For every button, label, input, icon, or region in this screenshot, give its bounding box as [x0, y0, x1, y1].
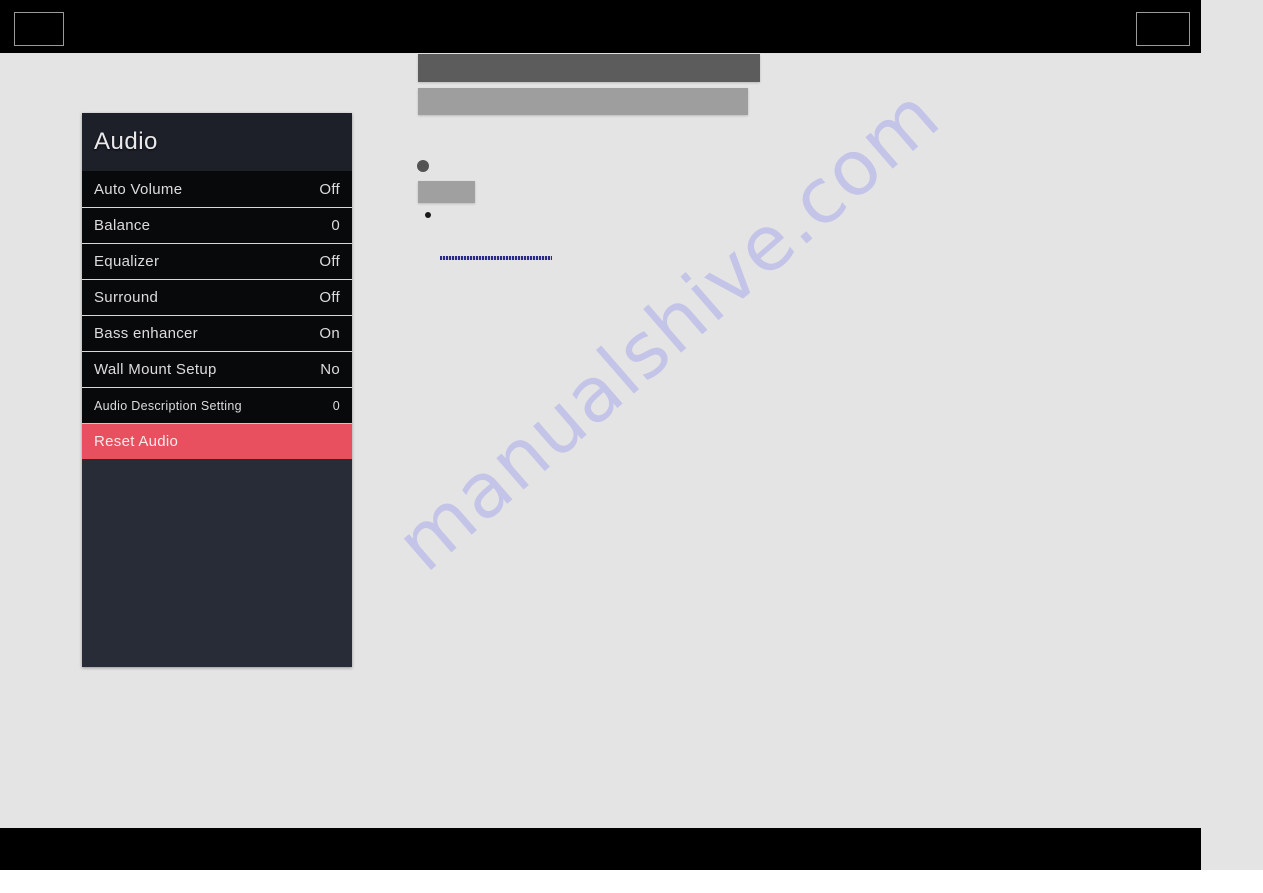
redacted-subheading-bar [418, 88, 748, 115]
tv-audio-menu-panel: Audio Auto Volume Off Balance 0 Equalize… [82, 113, 352, 667]
menu-item-label: Reset Audio [94, 433, 179, 450]
menu-empty-area [82, 459, 352, 655]
menu-header: Audio [82, 113, 352, 171]
header-box-right [1136, 12, 1190, 46]
menu-item-value: 0 [332, 398, 340, 413]
menu-item-balance[interactable]: Balance 0 [82, 207, 352, 243]
menu-item-equalizer[interactable]: Equalizer Off [82, 243, 352, 279]
redacted-dotted-line [440, 256, 552, 260]
menu-item-reset-audio[interactable]: Reset Audio [82, 423, 352, 459]
header-band [0, 0, 1201, 53]
menu-item-value: Off [319, 289, 340, 306]
menu-item-wall-mount-setup[interactable]: Wall Mount Setup No [82, 351, 352, 387]
header-box-left [14, 12, 64, 46]
redacted-heading-bar [418, 54, 760, 82]
menu-item-bass-enhancer[interactable]: Bass enhancer On [82, 315, 352, 351]
menu-item-value: No [320, 361, 340, 378]
bullet-large-icon [417, 160, 429, 172]
menu-item-label: Wall Mount Setup [94, 361, 217, 378]
menu-item-value: Off [319, 253, 340, 270]
menu-item-value: 0 [331, 217, 340, 234]
document-page: manualshive.com Audio Auto Volume Off Ba… [0, 0, 1263, 893]
menu-title: Audio [94, 128, 158, 155]
menu-item-value: On [319, 325, 340, 342]
menu-item-label: Auto Volume [94, 180, 183, 198]
redacted-text-box [418, 181, 475, 203]
bullet-small-icon [425, 212, 431, 218]
menu-item-auto-volume[interactable]: Auto Volume Off [82, 171, 352, 207]
menu-item-label: Audio Description Setting [94, 398, 242, 413]
menu-item-label: Bass enhancer [94, 325, 198, 342]
footer-band [0, 828, 1201, 870]
menu-item-surround[interactable]: Surround Off [82, 279, 352, 315]
menu-row-list: Auto Volume Off Balance 0 Equalizer Off … [82, 171, 352, 459]
menu-item-label: Equalizer [94, 253, 160, 270]
menu-item-audio-description-setting[interactable]: Audio Description Setting 0 [82, 387, 352, 423]
menu-item-label: Surround [94, 289, 159, 306]
menu-item-value: Off [319, 180, 340, 198]
menu-item-label: Balance [94, 217, 151, 234]
